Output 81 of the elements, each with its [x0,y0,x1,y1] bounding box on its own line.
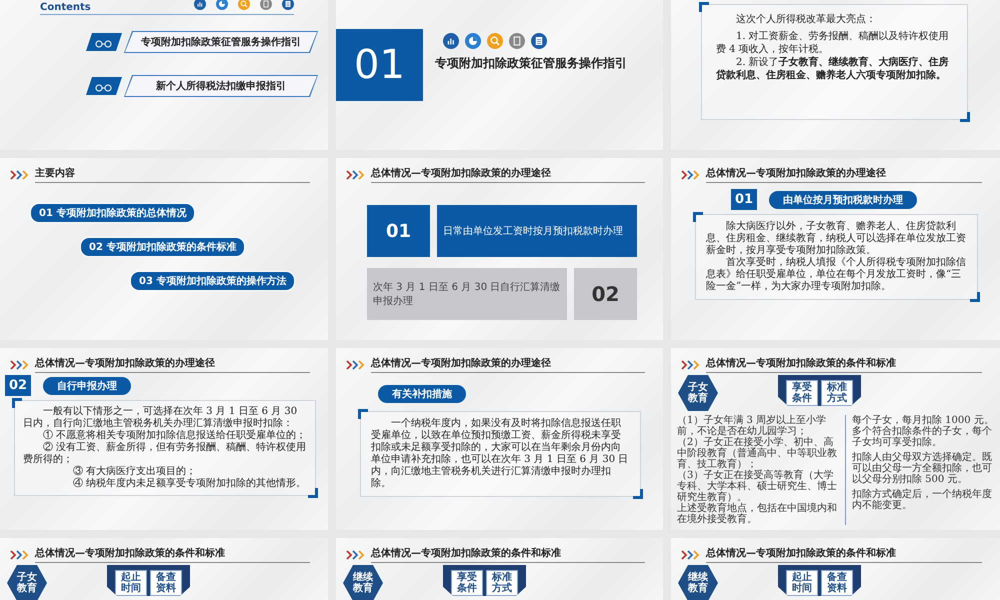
slide-heading: 总体情况—专项附加扣除政策的条件和标准 [706,546,982,563]
chevrons-icon [10,360,29,370]
contents-heading: Contents [40,2,91,14]
paragraph: 扣除人由父母双方选择确定。既可以由父母一方全额扣除，也可以父母分别扣除 500 元。 [852,452,993,485]
corner-mark [358,409,368,419]
slide-heading: 主要内容 [35,166,310,183]
corner-mark [308,488,318,498]
contents-item: 新个人所得税法扣缴申报指引 [124,75,318,97]
document-icon [282,0,294,10]
chevrons-icon [346,550,365,560]
corner-mark [633,489,643,499]
chevrons-icon [10,550,29,560]
chevrons-icon [681,360,700,370]
tab-label: 享受条件 [451,570,483,596]
step-number: 01 [731,189,758,210]
chevrons-icon [681,170,700,180]
slide-heading: 总体情况—专项附加扣除政策的办理途径 [371,356,645,373]
contents-item: 专项附加扣除政策征管服务操作指引 [124,31,318,53]
banner-icon [86,77,122,95]
step-badge: 自行申报办理 [43,376,132,394]
paragraph: ③ 有大病医疗支出项目的； [72,466,198,478]
notebook-icon [509,33,525,49]
search-icon [487,33,503,49]
tab-label: 起止时间 [786,570,818,596]
paragraph: ④ 纳税年度内未足额享受专项附加扣除的其他情形。 [72,478,307,490]
section-title: 专项附加扣除政策征管服务操作指引 [435,55,627,72]
tab-label: 备查资料 [150,570,182,596]
paragraph: 1. 对工资薪金、劳务报酬、稿酬以及特许权使用费 4 项收入，按年计税。 [716,30,950,56]
step-badge: 由单位按月预扣税款时办理 [769,190,918,208]
paragraph: 这次个人所得税改革最大亮点： [735,13,877,26]
paragraph: ① 不愿意将相关专项附加扣除信息报送给任职受雇单位的； [42,430,307,442]
paragraph: 首次享受时，纳税人填报《个人所得税专项附加扣除信息表》给任职受雇单位，单位在每个月发放工资时，像“三险一金”一样，为大家办理专项附加扣除。 [706,257,967,293]
slide-heading: 总体情况—专项附加扣除政策的条件和标准 [706,356,982,373]
corner-mark [693,212,703,222]
paragraph: 扣除方式确定后，一个纳税年度内不能变更。 [852,489,993,511]
agenda-item: 03 专项附加扣除政策的操作方法 [130,271,296,291]
tab-label: 标准方式 [821,380,853,406]
paragraph: 除大病医疗以外，子女教育、赡养老人、住房贷款利息、住房租金、继续教育，纳税人可以选择在单位发放工资薪金时，按月享受专项附加扣除政策。 [706,221,967,256]
tab-label: 标准方式 [486,570,518,596]
chevrons-icon [10,170,29,180]
chevrons-icon [346,360,365,370]
section-number: 01 [336,29,423,101]
slide-heading: 总体情况—专项附加扣除政策的条件和标准 [35,546,310,563]
paragraph: （2）子女正在接受小学、初中、高中阶段教育（普通高中、中等职业教育、技工教育）； [677,437,838,470]
paragraph: （3）子女正在接受高等教育（大学专科、大学本科、硕士研究生、博士研究生教育）。 [677,470,838,503]
tab-label: 享受条件 [786,380,818,406]
notebook-icon [260,0,272,10]
route-number: 02 [574,268,637,320]
route-text: 次年 3 月 1 日至 6 月 30 日自行汇算清缴申报办理 [367,268,567,320]
chevrons-icon [346,170,365,180]
paragraph: 一般有以下情形之一，可选择在次年 3 月 1 日至 6 月 30 日内，自行向汇缴地主管税务机关办理汇算清缴申报时扣除： [23,406,298,430]
bar-chart-icon [443,33,459,49]
chevrons-icon [681,550,700,560]
paragraph: 2. 新设了子女教育、继续教育、大病医疗、住房贷款利息、住房租金、赡养老人六项专项附加扣除。 [716,56,950,82]
corner-mark [12,398,22,408]
corner-mark [970,292,980,302]
tab-label: 起止时间 [115,570,147,596]
slide-heading: 总体情况—专项附加扣除政策的办理途径 [371,166,645,183]
search-icon [238,0,250,10]
paragraph: 每个子女，每月扣除 1000 元。多个符合扣除条件的子女，每个子女均可享受扣除。 [852,415,994,448]
bar-chart-icon [194,0,206,10]
route-number: 01 [367,205,430,257]
paragraph: （1）子女年满 3 周岁以上至小学前，不论是否在幼儿园学习； [677,415,826,437]
paragraph: ② 没有工资、薪金所得，但有劳务报酬、稿酬、特许权使用费所得的； [23,442,307,466]
step-badge: 有关补扣措施 [378,385,466,403]
paragraph: 上述受教育地点，包括在中国境内和在境外接受教育。 [677,503,838,525]
slide-heading: 总体情况—专项附加扣除政策的办理途径 [706,166,982,183]
agenda-item: 01 专项附加扣除政策的总体情况 [30,203,196,223]
agenda-item: 02 专项附加扣除政策的条件标准 [80,237,246,257]
pie-chart-icon [216,0,228,10]
corner-mark [960,112,970,122]
paragraph: 一个纳税年度内，如果没有及时将扣除信息报送任职受雇单位，以致在单位预扣预缴工资、薪金所得税未享受扣除或未足额享受扣除的，大家可以在当年剩余月份内向单位申请补充扣除，也可以在次年 3 月 1 日至 6 月 30 日内，向汇缴地主管税务机关进行汇算清缴申报时办理扣除。 [371,418,630,490]
document-icon [531,33,547,49]
step-number: 02 [5,375,32,396]
banner-icon [86,33,122,51]
corner-mark [699,2,709,12]
slide-heading: 总体情况—专项附加扣除政策的条件和标准 [371,546,645,563]
pie-chart-icon [465,33,481,49]
route-text: 日常由单位发工资时按月预扣税款时办理 [437,205,637,257]
tab-label: 备查资料 [821,570,853,596]
slide-heading: 总体情况—专项附加扣除政策的办理途径 [35,356,310,373]
